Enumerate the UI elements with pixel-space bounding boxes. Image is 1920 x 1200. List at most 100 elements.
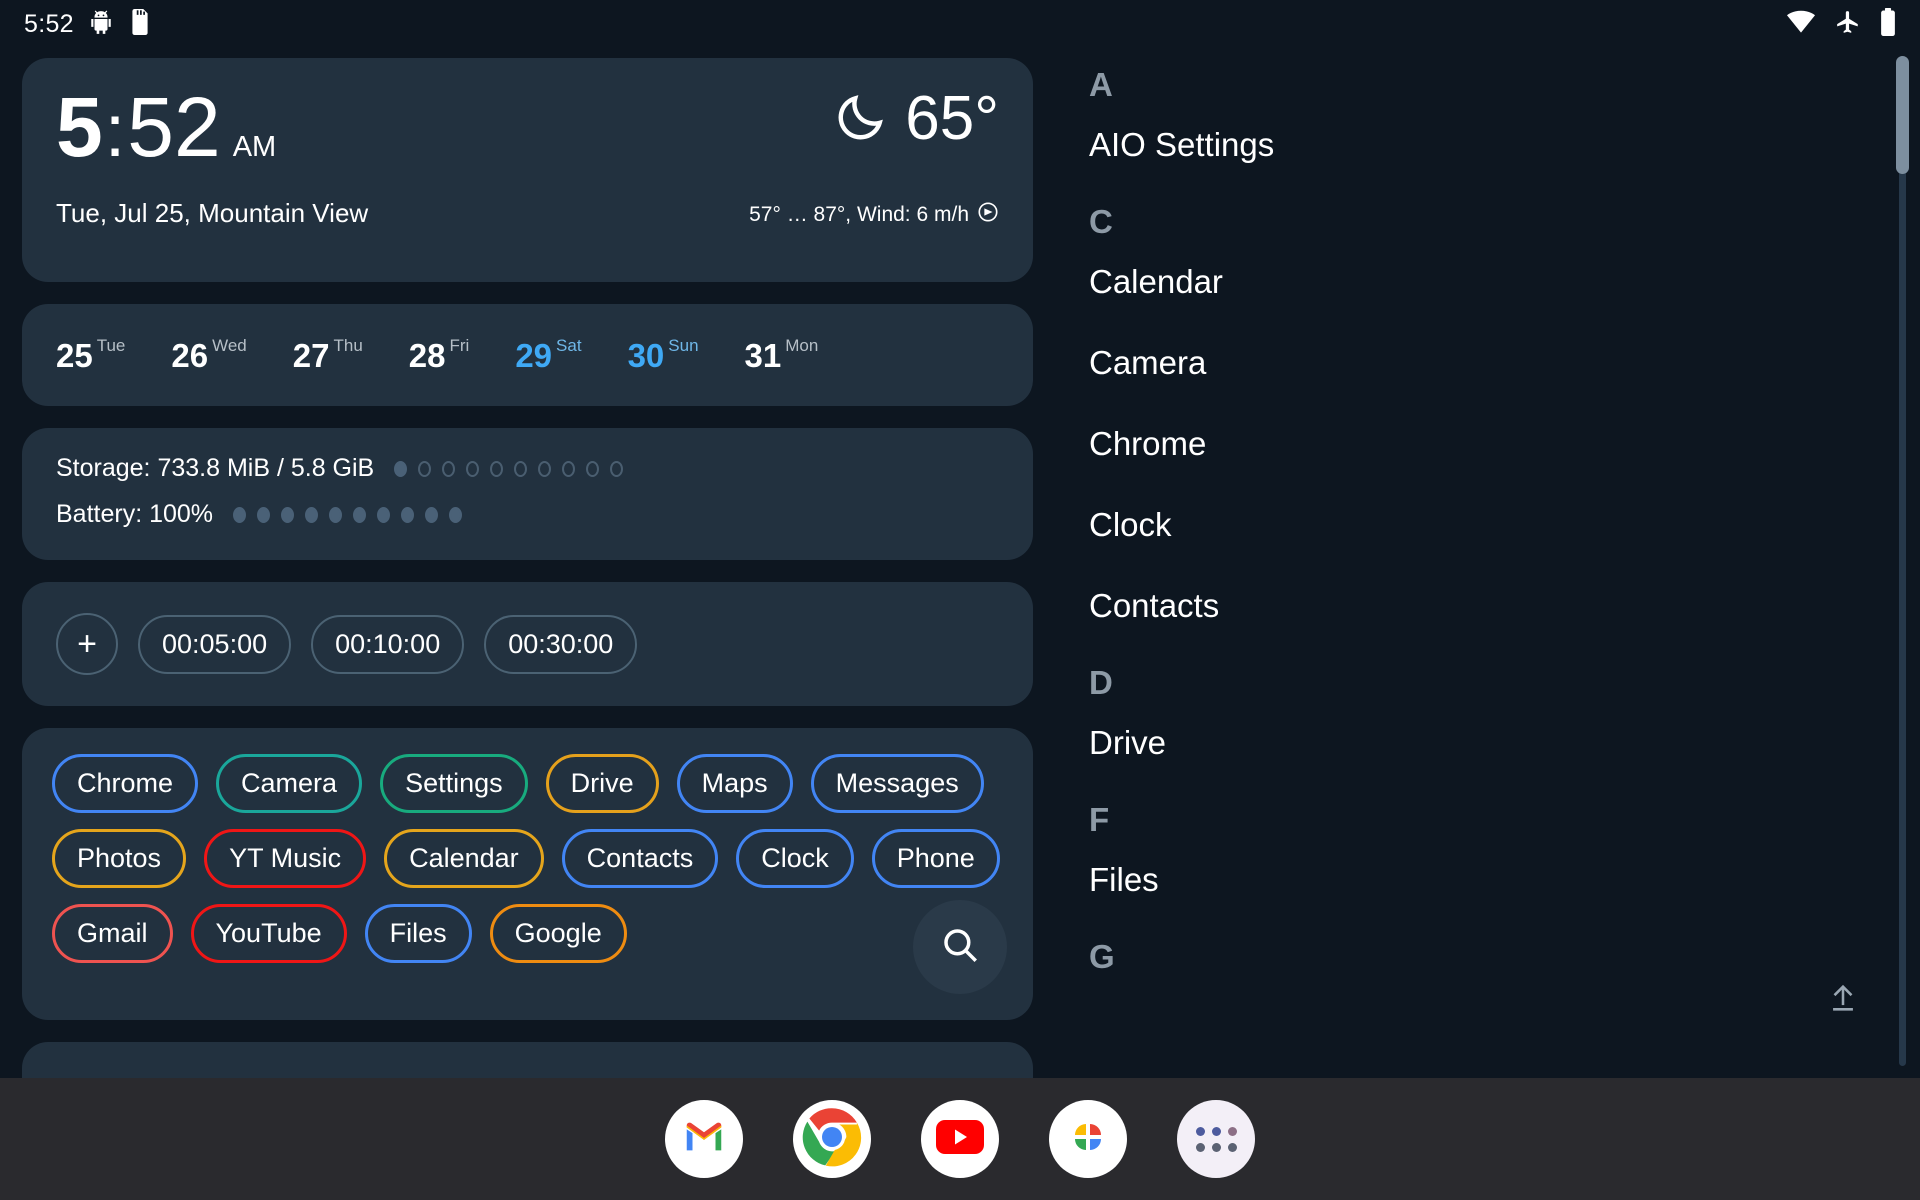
drawer-app-item[interactable]: Calendar (1055, 241, 1920, 322)
date-strip-day[interactable]: 30 Sun (627, 335, 699, 374)
app-drawer-list[interactable]: A AIO Settings C Calendar Camera Chrome Clock C… (1055, 48, 1920, 1078)
date-strip-day-number: 27 (292, 336, 330, 374)
date-strip-day-number: 29 (515, 336, 553, 374)
timer-preset-button[interactable]: 00:10:00 (311, 614, 465, 674)
app-shortcut-chip[interactable]: Camera (216, 754, 363, 813)
app-shortcut-chip[interactable]: YT Music (204, 829, 367, 888)
timer-widget[interactable]: + 00:05:00 00:10:00 00:30:00 (22, 582, 1033, 706)
meter-dot (514, 460, 528, 477)
date-strip-day-name: Tue (96, 335, 126, 355)
app-shortcut-chip[interactable]: Google (489, 904, 627, 963)
youtube-icon (936, 1119, 984, 1159)
meter-dot (353, 506, 367, 523)
app-shortcuts-widget[interactable]: Chrome Camera Settings Drive Maps Messages Pho… (22, 728, 1033, 1020)
clock-time[interactable]: 5 : 52 AM (56, 85, 277, 172)
wind-direction-icon (977, 201, 999, 229)
gmail-icon (681, 1114, 727, 1165)
clock-colon: : (104, 89, 126, 172)
next-widget-peek[interactable] (22, 1042, 1033, 1078)
drawer-section-header: G (1089, 938, 1115, 975)
drawer-app-item[interactable]: Files (1055, 839, 1920, 920)
meter-dot (257, 506, 271, 523)
storage-meter-row: Storage: 733.8 MiB / 5.8 GiB (56, 454, 999, 483)
drawer-app-item[interactable]: Chrome (1055, 403, 1920, 484)
drawer-section-header: F (1089, 801, 1110, 838)
app-shortcut-chip[interactable]: YouTube (190, 904, 347, 963)
storage-dots (394, 460, 624, 477)
clock-ampm: AM (232, 131, 277, 163)
meter-dot (562, 460, 576, 477)
meter-dot (394, 460, 408, 477)
weather-summary[interactable]: 65° (833, 88, 999, 150)
weather-forecast: 57° … 87°, Wind: 6 m/h (749, 201, 999, 229)
drawer-scrollbar-track[interactable] (1899, 56, 1906, 1066)
drawer-section-header: A (1089, 66, 1113, 103)
app-shortcut-rows: Chrome Camera Settings Drive Maps Messages Pho… (52, 754, 1003, 963)
weather-temperature: 65° (905, 84, 999, 153)
dock-app-chrome[interactable] (793, 1100, 871, 1178)
date-strip-day[interactable]: 28 Fri (409, 337, 470, 372)
home-screen: 5:52 5: 52 AM 65° Tue, Jul 25, Mountain… (0, 0, 1920, 1200)
app-shortcut-chip[interactable]: Maps (676, 754, 793, 813)
drawer-app-item[interactable]: Camera (1055, 322, 1920, 403)
date-strip-day[interactable]: 25 Tue (56, 335, 126, 374)
add-timer-button[interactable]: + (56, 613, 118, 675)
sd-card-icon (128, 8, 152, 40)
timer-preset-button[interactable]: 00:30:00 (484, 614, 638, 674)
google-photos-icon (1064, 1113, 1112, 1166)
app-shortcut-chip[interactable]: Phone (871, 829, 1000, 888)
system-meters-widget[interactable]: Storage: 733.8 MiB / 5.8 GiB Battery: 10… (22, 428, 1033, 560)
dock-app-photos[interactable] (1049, 1100, 1127, 1178)
status-bar-clock: 5:52 (24, 9, 74, 38)
date-strip-day[interactable]: 26 Wed (171, 337, 246, 372)
app-shortcut-chip[interactable]: Settings (380, 754, 528, 813)
drawer-app-item[interactable]: Contacts (1055, 565, 1920, 646)
app-shortcut-chip[interactable]: Messages (810, 754, 984, 813)
wifi-icon (1786, 10, 1816, 39)
meter-dot (466, 460, 480, 477)
date-strip-day-name: Mon (785, 335, 819, 355)
date-strip-day[interactable]: 29 Sat (515, 336, 581, 374)
android-head-icon (88, 9, 114, 40)
meter-dot (377, 506, 391, 523)
drawer-app-item[interactable]: AIO Settings (1055, 104, 1920, 185)
meter-dot (442, 460, 456, 477)
meter-dot (401, 506, 415, 523)
app-shortcut-chip[interactable]: Photos (52, 829, 187, 888)
dock-app-gmail[interactable] (665, 1100, 743, 1178)
meter-dot (233, 506, 247, 523)
date-strip-day-name: Sun (668, 335, 699, 355)
app-shortcut-chip[interactable]: Chrome (52, 754, 199, 813)
app-shortcut-chip[interactable]: Contacts (561, 829, 719, 888)
date-strip-day[interactable]: 27 Thu (292, 335, 363, 374)
date-strip-day-number: 25 (56, 336, 93, 374)
dock-app-youtube[interactable] (921, 1100, 999, 1178)
widget-column: 5 : 52 AM 65° Tue, Jul 25, Mountain View… (0, 48, 1055, 1078)
meter-dot (449, 506, 463, 523)
clock-weather-widget[interactable]: 5 : 52 AM 65° Tue, Jul 25, Mountain View… (22, 58, 1033, 282)
app-shortcut-chip[interactable]: Drive (545, 754, 659, 813)
search-button[interactable] (913, 900, 1007, 994)
drawer-scrollbar-thumb[interactable] (1896, 56, 1909, 174)
meter-dot (305, 506, 319, 523)
drawer-app-item[interactable]: Clock (1055, 484, 1920, 565)
app-shortcut-chip[interactable]: Files (364, 904, 472, 963)
search-icon (939, 924, 981, 971)
app-shortcut-chip[interactable]: Gmail (52, 904, 173, 963)
date-strip-widget[interactable]: 25 Tue 26 Wed 27 Thu 28 Fri 29 Sat 30 Sun 31 Mon (22, 304, 1033, 406)
date-strip-day[interactable]: 31 Mon (745, 335, 819, 372)
battery-icon (1880, 7, 1896, 41)
app-shortcut-row: Chrome Camera Settings Drive Maps Messages (52, 754, 1003, 813)
dock-app-drawer-button[interactable] (1177, 1100, 1255, 1178)
app-shortcut-chip[interactable]: Calendar (384, 829, 544, 888)
meter-dot (281, 506, 295, 523)
scroll-to-top-icon[interactable] (1826, 981, 1860, 1020)
battery-meter-row: Battery: 100% (56, 500, 999, 529)
date-strip-day-name: Thu (333, 335, 363, 355)
timer-preset-button[interactable]: 00:05:00 (138, 614, 292, 674)
drawer-app-item[interactable]: Drive (1055, 702, 1920, 783)
app-drawer-entries: A AIO Settings C Calendar Camera Chrome Clock C… (1055, 48, 1920, 976)
status-bar: 5:52 (0, 0, 1920, 48)
date-strip-day-number: 30 (627, 336, 665, 374)
app-shortcut-chip[interactable]: Clock (736, 829, 854, 888)
